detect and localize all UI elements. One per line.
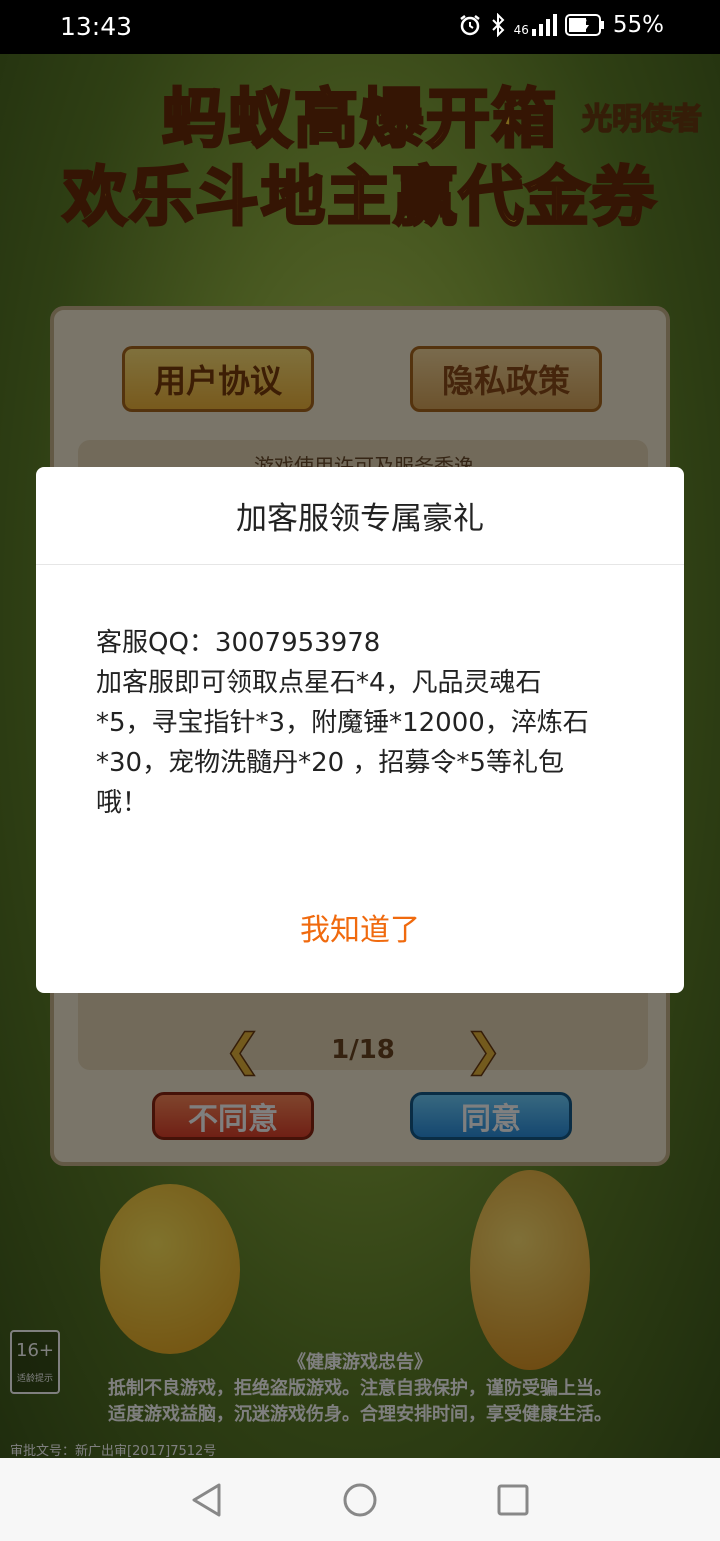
alarm-icon — [458, 13, 482, 37]
dialog-body-line: *30，宠物洗髓丹*20 ，招募令*5等礼包 — [96, 748, 564, 778]
dialog-title: 加客服领专属豪礼 — [236, 501, 484, 537]
status-icons: 46 55% — [458, 12, 664, 38]
dialog-body-line: 客服QQ：3007953978 — [96, 628, 381, 658]
confirm-button[interactable]: 我知道了 — [36, 905, 684, 949]
network-type: 46 — [513, 23, 529, 37]
status-bar: 13:43 46 55% — [0, 0, 720, 54]
battery-percent: 55% — [612, 12, 664, 38]
battery-icon — [564, 14, 605, 36]
dialog-body: 客服QQ：3007953978 加客服即可领取点星石*4，凡品灵魂石 *5，寻宝… — [96, 623, 626, 823]
home-icon[interactable] — [340, 1480, 380, 1520]
dialog-divider — [36, 564, 684, 565]
navigation-bar — [0, 1458, 720, 1541]
bluetooth-icon — [490, 13, 506, 37]
status-time: 13:43 — [60, 12, 133, 41]
back-icon[interactable] — [186, 1480, 226, 1520]
recents-icon[interactable] — [493, 1480, 533, 1520]
dialog-body-line: 加客服即可领取点星石*4，凡品灵魂石 — [96, 668, 542, 698]
dialog-body-line: *5，寻宝指针*3，附魔锤*12000，淬炼石 — [96, 708, 589, 738]
dialog-body-line: 哦！ — [96, 788, 149, 818]
gift-dialog: 加客服领专属豪礼 客服QQ：3007953978 加客服即可领取点星石*4，凡品… — [36, 467, 684, 993]
signal-icon: 46 — [514, 14, 557, 36]
